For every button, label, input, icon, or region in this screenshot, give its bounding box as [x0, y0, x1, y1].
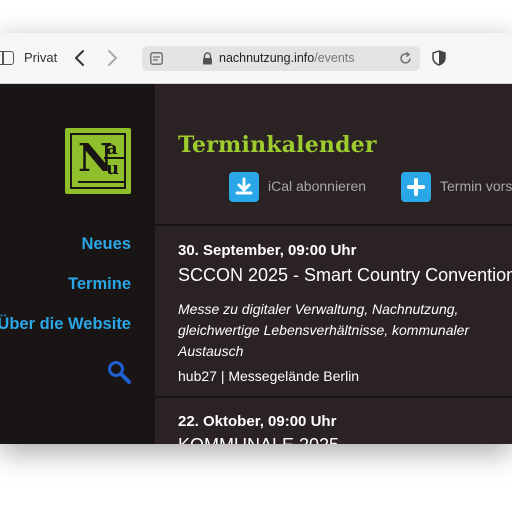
- browser-toolbar: Privat nachnutzung.info/events: [0, 33, 512, 84]
- event-date: 22. Oktober, 09:00 Uhr: [178, 413, 337, 430]
- page-title: Terminkalender: [178, 132, 377, 158]
- event-date: 30. September, 09:00 Uhr: [178, 242, 357, 259]
- logo-frame: N a u: [70, 133, 126, 189]
- event-title[interactable]: KOMMUNALE 2025: [178, 435, 339, 444]
- plus-icon: [401, 172, 431, 202]
- event-location: hub27 | Messegelände Berlin: [178, 368, 360, 384]
- reload-icon[interactable]: [398, 51, 413, 66]
- page-settings-icon[interactable]: [150, 52, 163, 65]
- nav-termine[interactable]: Termine: [68, 275, 131, 294]
- download-icon: [229, 172, 259, 202]
- private-mode-label: Privat: [24, 50, 58, 65]
- website: N a u Neues Termine Über die Website Ter…: [0, 84, 512, 444]
- divider: [155, 224, 512, 226]
- back-button[interactable]: [70, 47, 90, 69]
- chevron-left-icon: [75, 50, 84, 66]
- event-description-line: Messe zu digitaler Verwaltung, Nachnutzu…: [178, 301, 459, 317]
- forward-button[interactable]: [102, 47, 122, 69]
- site-logo[interactable]: N a u: [65, 128, 131, 194]
- url-host: nachnutzung.info: [219, 51, 315, 65]
- logo-underline: [78, 181, 124, 183]
- sidebar-toggle-icon[interactable]: [0, 51, 14, 65]
- url-path: /events: [314, 51, 355, 65]
- logo-letter-u: u: [106, 158, 120, 179]
- logo-letter-a: a: [106, 138, 118, 159]
- ical-subscribe-label: iCal abonnieren: [268, 178, 367, 194]
- browser-window: Privat nachnutzung.info/events N a u Neu…: [0, 33, 512, 444]
- nav-neues[interactable]: Neues: [81, 235, 131, 254]
- event-description-line: gleichwertige Lebensverhältnisse, kommun…: [178, 322, 470, 338]
- address-bar[interactable]: nachnutzung.info/events: [142, 46, 420, 71]
- nav-ueber-die-website[interactable]: Über die Website: [0, 315, 131, 334]
- divider: [155, 396, 512, 398]
- chevron-right-icon: [108, 50, 117, 66]
- site-sidebar: N a u Neues Termine Über die Website: [0, 84, 155, 444]
- suggest-event-label: Termin vorschlagen: [440, 178, 512, 194]
- privacy-shield-icon[interactable]: [432, 50, 446, 66]
- main-content: Terminkalender iCal abonnieren Termin vo…: [155, 84, 512, 444]
- url-text: nachnutzung.info/events: [219, 51, 355, 65]
- event-title[interactable]: SCCON 2025 - Smart Country Convention: [178, 265, 512, 286]
- event-description-line: Austausch: [178, 343, 244, 359]
- lock-icon: [203, 52, 212, 65]
- search-icon[interactable]: [106, 359, 132, 385]
